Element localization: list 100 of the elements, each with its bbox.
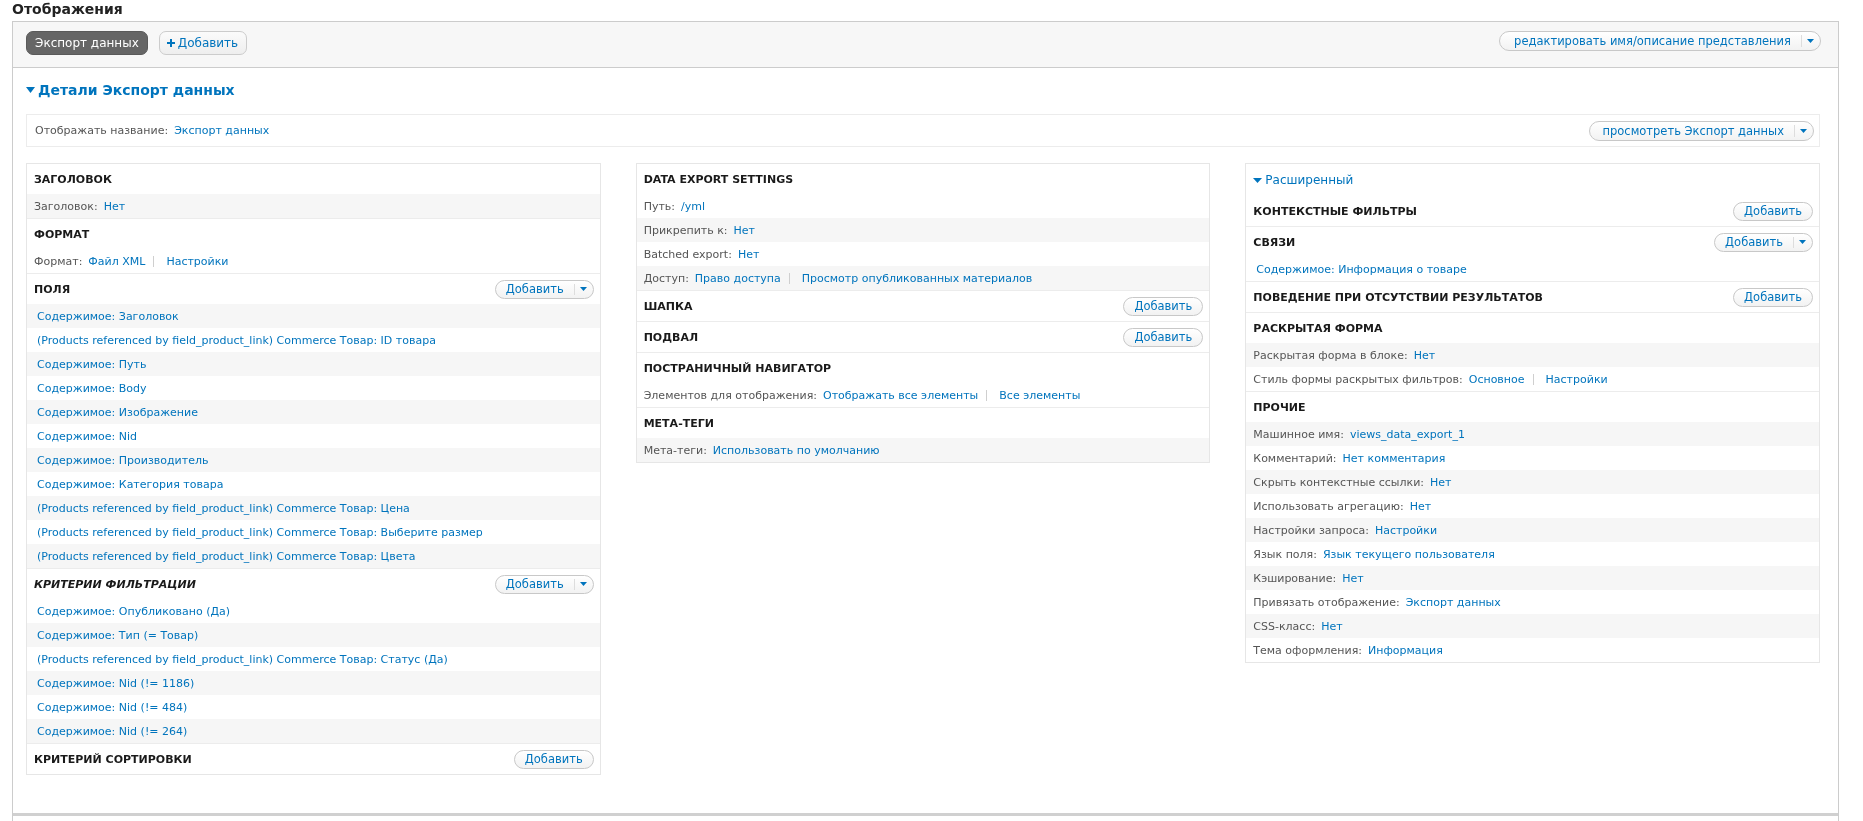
section-heading: ЗАГОЛОВОК bbox=[34, 172, 112, 186]
item-link[interactable]: Содержимое: Путь bbox=[37, 357, 147, 371]
section-heading: ШАПКА bbox=[643, 299, 693, 313]
edit-view-dropbutton[interactable]: редактировать имя/описание представления bbox=[1499, 31, 1821, 51]
setting-label: Прикрепить к: bbox=[643, 223, 728, 237]
item-link[interactable]: (Products referenced by field_product_link) Commerce Товар: ID товара bbox=[37, 333, 436, 347]
value-link[interactable]: Настройки bbox=[1545, 372, 1608, 386]
value-link[interactable]: Настройки bbox=[1374, 523, 1438, 537]
value-link[interactable]: Нет bbox=[103, 199, 126, 213]
advanced-toggle[interactable]: Расширенный bbox=[1265, 173, 1354, 187]
item-link[interactable]: (Products referenced by field_product_link) Commerce Товар: Цвета bbox=[37, 549, 416, 563]
item-link[interactable]: Содержимое: Body bbox=[37, 381, 147, 395]
details-toggle[interactable]: Детали Экспорт данных bbox=[38, 82, 235, 98]
setting-label: Язык поля: bbox=[1253, 547, 1317, 561]
setting-label: Отображать название: bbox=[35, 124, 169, 137]
setting-label: Путь: bbox=[643, 199, 676, 213]
caret-icon bbox=[1807, 39, 1814, 43]
add-button[interactable]: Добавить bbox=[1733, 201, 1813, 221]
setting-label: Batched export: bbox=[643, 247, 732, 261]
add-dropbutton[interactable]: Добавить bbox=[494, 574, 594, 594]
add-dropbutton[interactable]: Добавить bbox=[494, 279, 594, 299]
item-link[interactable]: Содержимое: Изображение bbox=[37, 405, 198, 419]
section-heading: ПОВЕДЕНИЕ ПРИ ОТСУТСТВИИ РЕЗУЛЬТАТОВ bbox=[1253, 290, 1543, 304]
value-link[interactable]: Основное bbox=[1468, 372, 1525, 386]
section-heading: СВЯЗИ bbox=[1253, 235, 1296, 249]
add-display-button[interactable]: Добавить bbox=[158, 31, 248, 55]
setting-label: Скрыть контекстные ссылки: bbox=[1253, 475, 1424, 489]
section-heading: КРИТЕРИИ ФИЛЬТРАЦИИ bbox=[34, 577, 196, 591]
value-link[interactable]: Нет bbox=[1409, 499, 1432, 513]
value-link[interactable]: /yml bbox=[681, 199, 706, 213]
display-tab[interactable]: Экспорт данных bbox=[26, 31, 148, 55]
setting-label: Привязать отображение: bbox=[1253, 595, 1400, 609]
value-link[interactable]: Все элементы bbox=[999, 388, 1081, 402]
add-button[interactable]: Добавить bbox=[513, 749, 594, 769]
item-link[interactable]: Содержимое: Nid (!= 484) bbox=[37, 700, 188, 714]
setting-label: Использовать агрегацию: bbox=[1253, 499, 1404, 513]
section-heading: КОНТЕКСТНЫЕ ФИЛЬТРЫ bbox=[1253, 204, 1417, 218]
item-link[interactable]: Содержимое: Опубликовано (Да) bbox=[37, 604, 231, 618]
setting-label: CSS-класс: bbox=[1253, 619, 1316, 633]
value-link[interactable]: Нет bbox=[1321, 619, 1343, 633]
setting-label: Элементов для отображения: bbox=[643, 388, 817, 402]
value-link[interactable]: Файл XML bbox=[88, 254, 146, 268]
value-link[interactable]: Отображать все элементы bbox=[823, 388, 979, 402]
view-dropbutton[interactable]: просмотреть Экспорт данных bbox=[1589, 120, 1814, 141]
setting-label: Формат: bbox=[34, 254, 83, 268]
value-link[interactable]: Настройки bbox=[166, 254, 229, 268]
setting-label: Заголовок: bbox=[34, 199, 98, 213]
item-link[interactable]: Содержимое: Nid (!= 264) bbox=[37, 724, 188, 738]
value-link[interactable]: Нет bbox=[733, 223, 755, 237]
setting-label: Настройки запроса: bbox=[1253, 523, 1369, 537]
value-link[interactable]: Нет bbox=[1430, 475, 1452, 489]
page-title: Отображения bbox=[12, 0, 124, 19]
section-heading: ПОЛЯ bbox=[34, 282, 71, 296]
setting-label: Тема оформления: bbox=[1253, 643, 1362, 657]
setting-label: Раскрытая форма в блоке: bbox=[1253, 348, 1408, 362]
caret-icon bbox=[579, 582, 587, 586]
section-heading: ПОСТРАНИЧНЫЙ НАВИГАТОР bbox=[643, 361, 832, 375]
value-link[interactable]: Использовать по умолчанию bbox=[712, 443, 880, 457]
section-heading: КРИТЕРИЙ СОРТИРОВКИ bbox=[34, 752, 192, 766]
value-link[interactable]: Язык текущего пользователя bbox=[1322, 547, 1495, 561]
value-link[interactable]: Экспорт данных bbox=[174, 124, 270, 137]
add-dropbutton[interactable]: Добавить bbox=[1714, 232, 1813, 252]
value-link[interactable]: Нет bbox=[737, 247, 760, 261]
value-link[interactable]: Просмотр опубликованных материалов bbox=[801, 271, 1033, 285]
value-link[interactable]: views_data_export_1 bbox=[1349, 427, 1465, 441]
setting-label: Стиль формы раскрытых фильтров: bbox=[1253, 372, 1463, 386]
setting-label: Кэширование: bbox=[1253, 571, 1337, 585]
section-heading: ФОРМАТ bbox=[34, 227, 90, 241]
section-heading: ПОДВАЛ bbox=[643, 330, 699, 344]
setting-label: Доступ: bbox=[643, 271, 689, 285]
add-button[interactable]: Добавить bbox=[1123, 296, 1204, 316]
item-link[interactable]: (Products referenced by field_product_link) Commerce Товар: Выберите размер bbox=[37, 525, 483, 539]
item-link[interactable]: Содержимое: Производитель bbox=[37, 453, 209, 467]
caret-icon bbox=[1799, 240, 1806, 244]
item-link[interactable]: Содержимое: Тип (= Товар) bbox=[37, 628, 199, 642]
item-link[interactable]: Содержимое: Заголовок bbox=[37, 309, 179, 323]
value-link[interactable]: Нет bbox=[1413, 348, 1436, 362]
add-button[interactable]: Добавить bbox=[1733, 287, 1813, 307]
item-link[interactable]: (Products referenced by field_product_link) Commerce Товар: Цена bbox=[37, 501, 410, 515]
setting-label: Комментарий: bbox=[1253, 451, 1337, 465]
value-link[interactable]: Экспорт данных bbox=[1405, 595, 1501, 609]
section-heading: РАСКРЫТАЯ ФОРМА bbox=[1253, 321, 1383, 335]
plus-icon bbox=[166, 39, 175, 47]
item-link[interactable]: Содержимое: Информация о товаре bbox=[1256, 262, 1467, 276]
setting-label: Мета-теги: bbox=[643, 443, 707, 457]
section-heading: МЕТА-ТЕГИ bbox=[643, 416, 714, 430]
setting-label: Машинное имя: bbox=[1253, 427, 1344, 441]
section-heading: DATA EXPORT SETTINGS bbox=[643, 172, 794, 186]
caret-icon bbox=[1800, 128, 1807, 133]
section-heading: ПРОЧИЕ bbox=[1253, 400, 1306, 414]
value-link[interactable]: Информация bbox=[1367, 643, 1443, 657]
value-link[interactable]: Нет bbox=[1342, 571, 1364, 585]
value-link[interactable]: Право доступа bbox=[694, 271, 781, 285]
item-link[interactable]: Содержимое: Категория товара bbox=[37, 477, 224, 491]
add-button[interactable]: Добавить bbox=[1123, 327, 1204, 347]
item-link[interactable]: Содержимое: Nid bbox=[37, 429, 138, 443]
item-link[interactable]: Содержимое: Nid (!= 1186) bbox=[37, 676, 195, 690]
item-link[interactable]: (Products referenced by field_product_link) Commerce Товар: Статус (Да) bbox=[37, 652, 448, 666]
value-link[interactable]: Нет комментария bbox=[1342, 451, 1446, 465]
caret-icon bbox=[579, 287, 587, 291]
